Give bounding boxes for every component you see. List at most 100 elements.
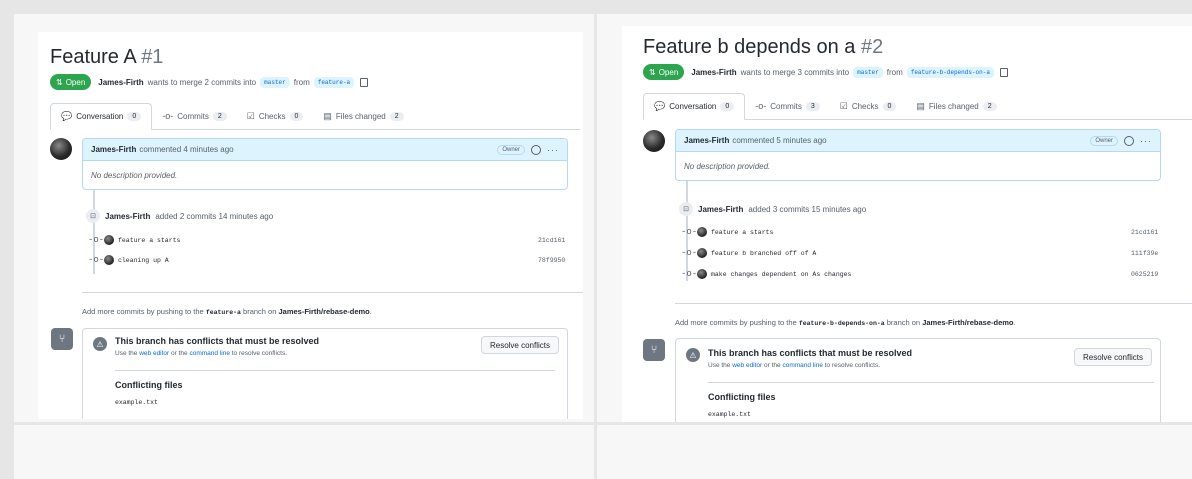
merge-status-box: ⚠ This branch has conflicts that must be… — [82, 328, 568, 419]
file-diff-icon: ▤ — [916, 100, 925, 111]
conflicting-file[interactable]: example.txt — [115, 399, 158, 406]
commit-message[interactable]: make changes dependent on As changes — [711, 271, 851, 278]
comment-header: James-Firth commented 4 minutes ago Owne… — [83, 139, 567, 161]
comment-time: commented 5 minutes ago — [732, 136, 827, 145]
avatar[interactable] — [697, 269, 707, 279]
timeline-divider — [82, 292, 583, 293]
pull-request-panel-2: Feature b depends on a #2 ⇅ Open James-Fi… — [622, 26, 1192, 422]
hint-branch: feature-a — [205, 309, 241, 316]
merge-box-divider — [115, 370, 555, 371]
tab-files-changed[interactable]: ▤ Files changed 2 — [906, 93, 1006, 119]
event-author[interactable]: James-Firth — [698, 205, 743, 214]
commit-row: -o- cleaning up A — [88, 255, 169, 265]
commit-sha[interactable]: 0625219 — [1131, 271, 1158, 278]
copy-icon[interactable] — [360, 77, 369, 87]
commit-icon: -o- — [88, 235, 105, 245]
comment-box: James-Firth commented 4 minutes ago Owne… — [82, 138, 568, 190]
web-editor-link[interactable]: web editor — [732, 362, 762, 369]
tab-conversation[interactable]: 💬 Conversation 0 — [643, 93, 746, 120]
commit-sha[interactable]: 78f9950 — [538, 257, 565, 264]
grid-cell-top-right: Feature b depends on a #2 ⇅ Open James-Fi… — [597, 14, 1192, 422]
pr-author-link[interactable]: James-Firth — [691, 68, 736, 77]
tab-checks[interactable]: ☑ Checks 0 — [237, 103, 314, 129]
command-line-link[interactable]: command line — [189, 350, 229, 357]
head-branch[interactable]: feature-a — [313, 76, 355, 88]
event-author[interactable]: James-Firth — [105, 212, 150, 221]
copy-icon[interactable] — [999, 67, 1008, 77]
base-branch[interactable]: master — [853, 66, 883, 78]
commit-icon: -o- — [88, 255, 105, 265]
head-branch[interactable]: feature-b-depends-on-a — [906, 66, 994, 78]
comment-author[interactable]: James-Firth — [91, 145, 136, 154]
commit-sha[interactable]: 111f39e — [1131, 250, 1158, 257]
commit-message[interactable]: feature b branched off of A — [711, 250, 816, 257]
pr-tabs: 💬 Conversation 0 -o- Commits 2 ☑ Checks 0 ▤ Fil… — [50, 102, 580, 130]
tab-checks[interactable]: ☑ Checks 0 — [830, 93, 907, 119]
conflicting-files-title: Conflicting files — [115, 380, 183, 390]
tab-conversation[interactable]: 💬 Conversation 0 — [50, 103, 153, 130]
base-branch[interactable]: master — [260, 76, 290, 88]
resolve-conflicts-button[interactable]: Resolve conflicts — [1073, 348, 1152, 366]
kebab-menu-icon[interactable]: ··· — [547, 145, 559, 155]
commit-sha[interactable]: 21cd161 — [538, 237, 565, 244]
pull-request-icon: ⇅ — [56, 77, 63, 87]
commit-icon: -o- — [755, 101, 767, 111]
emoji-reaction-icon[interactable] — [1124, 135, 1134, 146]
tab-files-changed[interactable]: ▤ Files changed 2 — [313, 103, 413, 129]
avatar[interactable] — [643, 130, 665, 152]
conflict-subtitle: Use the web editor or the command line t… — [708, 362, 881, 369]
commit-icon: -o- — [681, 269, 698, 279]
commit-icon: -o- — [681, 248, 698, 258]
checklist-icon: ☑ — [246, 110, 255, 121]
comment-author[interactable]: James-Firth — [684, 136, 729, 145]
commit-row: -o- feature a starts — [681, 227, 773, 237]
pr-title: Feature b depends on a #2 — [643, 36, 884, 58]
grid-cell-bottom-right — [597, 425, 1192, 479]
conflict-title: This branch has conflicts that must be r… — [708, 348, 913, 358]
conflicting-files-title: Conflicting files — [708, 392, 776, 402]
commit-row: -o- feature a starts — [88, 235, 180, 245]
commit-row: -o- feature b branched off of A — [681, 248, 816, 258]
hint-repo: James-Firth/rebase-demo — [278, 307, 370, 316]
avatar[interactable] — [50, 138, 72, 160]
pr-author-link[interactable]: James-Firth — [98, 78, 143, 87]
repo-push-icon: ⊡ — [86, 209, 100, 223]
alert-icon: ⚠ — [93, 337, 107, 351]
commits-event: ⊡ James-Firth added 2 commits 14 minutes… — [86, 209, 273, 223]
git-merge-icon: ⑂ — [643, 339, 665, 361]
commit-message[interactable]: feature a starts — [118, 237, 180, 244]
commit-message[interactable]: feature a starts — [711, 229, 773, 236]
owner-badge: Owner — [1090, 135, 1118, 146]
tab-commits[interactable]: -o- Commits 3 — [745, 93, 829, 119]
comment-icon: 💬 — [61, 111, 73, 121]
web-editor-link[interactable]: web editor — [139, 350, 169, 357]
commit-sha[interactable]: 21cd161 — [1131, 229, 1158, 236]
comment-body: No description provided. — [91, 171, 178, 180]
resolve-conflicts-button[interactable]: Resolve conflicts — [480, 336, 559, 354]
status-badge: ⇅ Open — [50, 74, 92, 90]
conflicting-file[interactable]: example.txt — [708, 411, 751, 418]
push-hint: Add more commits by pushing to the featu… — [675, 318, 1016, 327]
commits-event: ⊡ James-Firth added 3 commits 15 minutes… — [679, 202, 866, 216]
timeline-divider — [675, 303, 1192, 304]
tab-commits[interactable]: -o- Commits 2 — [152, 103, 236, 129]
owner-badge: Owner — [497, 144, 525, 155]
pr-meta: ⇅ Open James-Firth wants to merge 2 commi… — [50, 72, 369, 92]
command-line-link[interactable]: command line — [782, 362, 822, 369]
commit-message[interactable]: cleaning up A — [118, 257, 169, 264]
git-merge-icon: ⑂ — [51, 328, 73, 350]
avatar[interactable] — [104, 255, 114, 265]
avatar[interactable] — [697, 248, 707, 258]
comment-body: No description provided. — [684, 162, 771, 171]
comment-header: James-Firth commented 5 minutes ago Owne… — [676, 130, 1160, 152]
merge-box-divider — [708, 382, 1154, 383]
comment-box: James-Firth commented 5 minutes ago Owne… — [675, 129, 1161, 181]
hint-repo: James-Firth/rebase-demo — [922, 318, 1014, 327]
pr-title: Feature A #1 — [50, 46, 164, 68]
grid-cell-bottom-left — [14, 425, 594, 479]
commit-row: -o- make changes dependent on As changes — [681, 269, 851, 279]
avatar[interactable] — [104, 235, 114, 245]
emoji-reaction-icon[interactable] — [531, 144, 541, 155]
kebab-menu-icon[interactable]: ··· — [1140, 136, 1152, 146]
avatar[interactable] — [697, 227, 707, 237]
